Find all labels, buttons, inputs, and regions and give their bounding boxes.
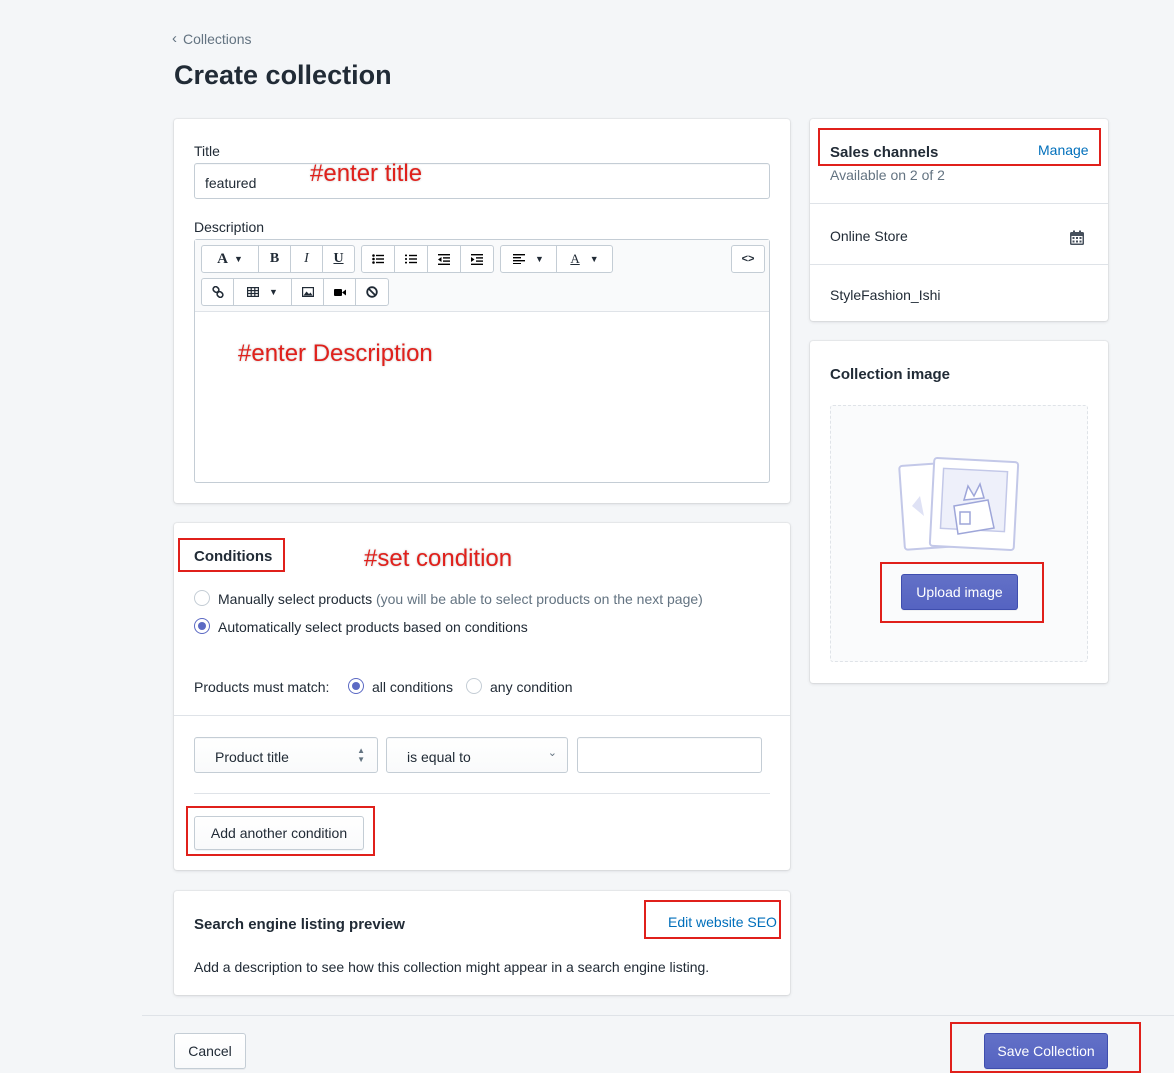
upload-image-button[interactable]: Upload image: [901, 574, 1018, 610]
channels-divider-2: [810, 264, 1108, 265]
any-condition-label[interactable]: any condition: [490, 679, 573, 695]
table-icon: [247, 287, 260, 297]
manage-channels-link[interactable]: Manage: [1038, 142, 1089, 158]
any-condition-radio[interactable]: [466, 678, 482, 694]
italic-label: I: [304, 251, 309, 266]
image-placeholder-illustration: [898, 457, 1020, 551]
add-condition-button[interactable]: Add another condition: [194, 816, 364, 850]
clear-formatting-button[interactable]: [355, 278, 389, 306]
sales-channels-card: Sales channels Manage Available on 2 of …: [810, 119, 1108, 321]
availability-text: Available on 2 of 2: [830, 167, 945, 183]
all-conditions-label[interactable]: all conditions: [372, 679, 453, 695]
italic-button[interactable]: I: [290, 245, 323, 273]
bold-button[interactable]: B: [258, 245, 291, 273]
breadcrumb[interactable]: ‹ Collections: [172, 30, 251, 47]
condition-row-divider: [194, 793, 770, 794]
save-collection-button[interactable]: Save Collection: [984, 1033, 1108, 1069]
chevron-left-icon: ‹: [172, 30, 177, 47]
updown-arrows-icon: ▲ ▼: [357, 746, 365, 764]
outdent-icon: [438, 253, 450, 265]
align-left-icon: [513, 254, 526, 264]
caret-down-icon: ▼: [535, 254, 544, 264]
channel-stylefashion: StyleFashion_Ishi: [830, 287, 941, 303]
indent-icon: [471, 253, 483, 265]
font-style-dropdown[interactable]: A ▼: [201, 245, 259, 273]
image-dropzone[interactable]: Upload image: [830, 405, 1088, 662]
manual-select-hint: (you will be able to select products on …: [375, 591, 703, 607]
code-label: <>: [741, 253, 755, 265]
chevron-down-icon: ⌄: [547, 747, 557, 759]
all-conditions-radio[interactable]: [348, 678, 364, 694]
annotation-enter-title: #enter title: [310, 160, 423, 187]
collection-image-card: Collection image Upload image: [810, 341, 1108, 683]
manual-select-label: Manually select products: [218, 591, 373, 607]
manual-select-radio[interactable]: [194, 590, 210, 606]
channels-divider-1: [810, 203, 1108, 204]
title-input-value: featured: [205, 175, 257, 191]
condition-field-value: Product title: [215, 749, 289, 765]
editor-toolbar: A ▼ B I U ▼ A ▼ <> ▼: [195, 240, 769, 312]
title-description-card: Title featured Description A ▼ B I U ▼ A…: [174, 119, 790, 503]
channel-online-store: Online Store: [830, 228, 908, 244]
underline-label: U: [333, 251, 344, 266]
bold-label: B: [269, 251, 280, 266]
auto-select-radio[interactable]: [194, 618, 210, 634]
insert-table-dropdown[interactable]: ▼: [233, 278, 292, 306]
footer-divider: [142, 1015, 1174, 1016]
numbered-list-button[interactable]: [394, 245, 428, 273]
manual-select-text[interactable]: Manually select products (you will be ab…: [218, 591, 703, 607]
insert-video-button[interactable]: [323, 278, 356, 306]
condition-operator-select[interactable]: is equal to ⌄: [386, 737, 568, 773]
edit-seo-link[interactable]: Edit website SEO: [668, 914, 777, 930]
block-icon: [366, 286, 378, 298]
title-input[interactable]: featured: [194, 163, 770, 199]
caret-down-icon: ▼: [269, 287, 278, 297]
conditions-divider: [174, 715, 790, 716]
align-dropdown[interactable]: ▼: [500, 245, 557, 273]
numbered-list-icon: [405, 254, 417, 264]
indent-button[interactable]: [460, 245, 494, 273]
text-color-label: A: [570, 251, 580, 266]
outdent-button[interactable]: [427, 245, 461, 273]
seo-card: Search engine listing preview Edit websi…: [174, 891, 790, 995]
breadcrumb-collections[interactable]: Collections: [183, 31, 251, 47]
link-icon: [211, 286, 224, 298]
html-code-button[interactable]: <>: [731, 245, 765, 273]
font-a-label: A: [217, 250, 228, 267]
image-icon: [301, 287, 314, 297]
bullet-list-icon: [372, 254, 384, 264]
condition-value-input[interactable]: [577, 737, 762, 773]
description-label: Description: [194, 219, 265, 235]
text-color-dropdown[interactable]: A ▼: [556, 245, 613, 273]
annotation-set-condition: #set condition: [364, 545, 513, 572]
underline-button[interactable]: U: [322, 245, 355, 273]
conditions-card: Conditions Manually select products (you…: [174, 523, 790, 870]
insert-link-button[interactable]: [201, 278, 234, 306]
annotation-enter-description: #enter Description: [238, 340, 433, 367]
video-camera-icon: [333, 288, 346, 296]
insert-image-button[interactable]: [291, 278, 324, 306]
conditions-heading: Conditions: [194, 548, 273, 565]
sales-channels-heading: Sales channels: [830, 144, 939, 161]
page-title: Create collection: [174, 60, 392, 90]
cancel-button[interactable]: Cancel: [174, 1033, 246, 1069]
caret-down-icon: ▼: [589, 254, 599, 264]
bullet-list-button[interactable]: [361, 245, 395, 273]
collection-image-heading: Collection image: [830, 366, 951, 383]
condition-operator-value: is equal to: [407, 749, 471, 765]
condition-field-select[interactable]: Product title ▲ ▼: [194, 737, 378, 773]
match-label: Products must match:: [194, 679, 330, 695]
calendar-icon[interactable]: [1069, 230, 1085, 246]
caret-down-icon: ▼: [233, 254, 243, 264]
auto-select-label[interactable]: Automatically select products based on c…: [218, 619, 528, 635]
title-label: Title: [194, 143, 220, 159]
seo-description: Add a description to see how this collec…: [194, 959, 710, 975]
seo-heading: Search engine listing preview: [194, 916, 405, 933]
